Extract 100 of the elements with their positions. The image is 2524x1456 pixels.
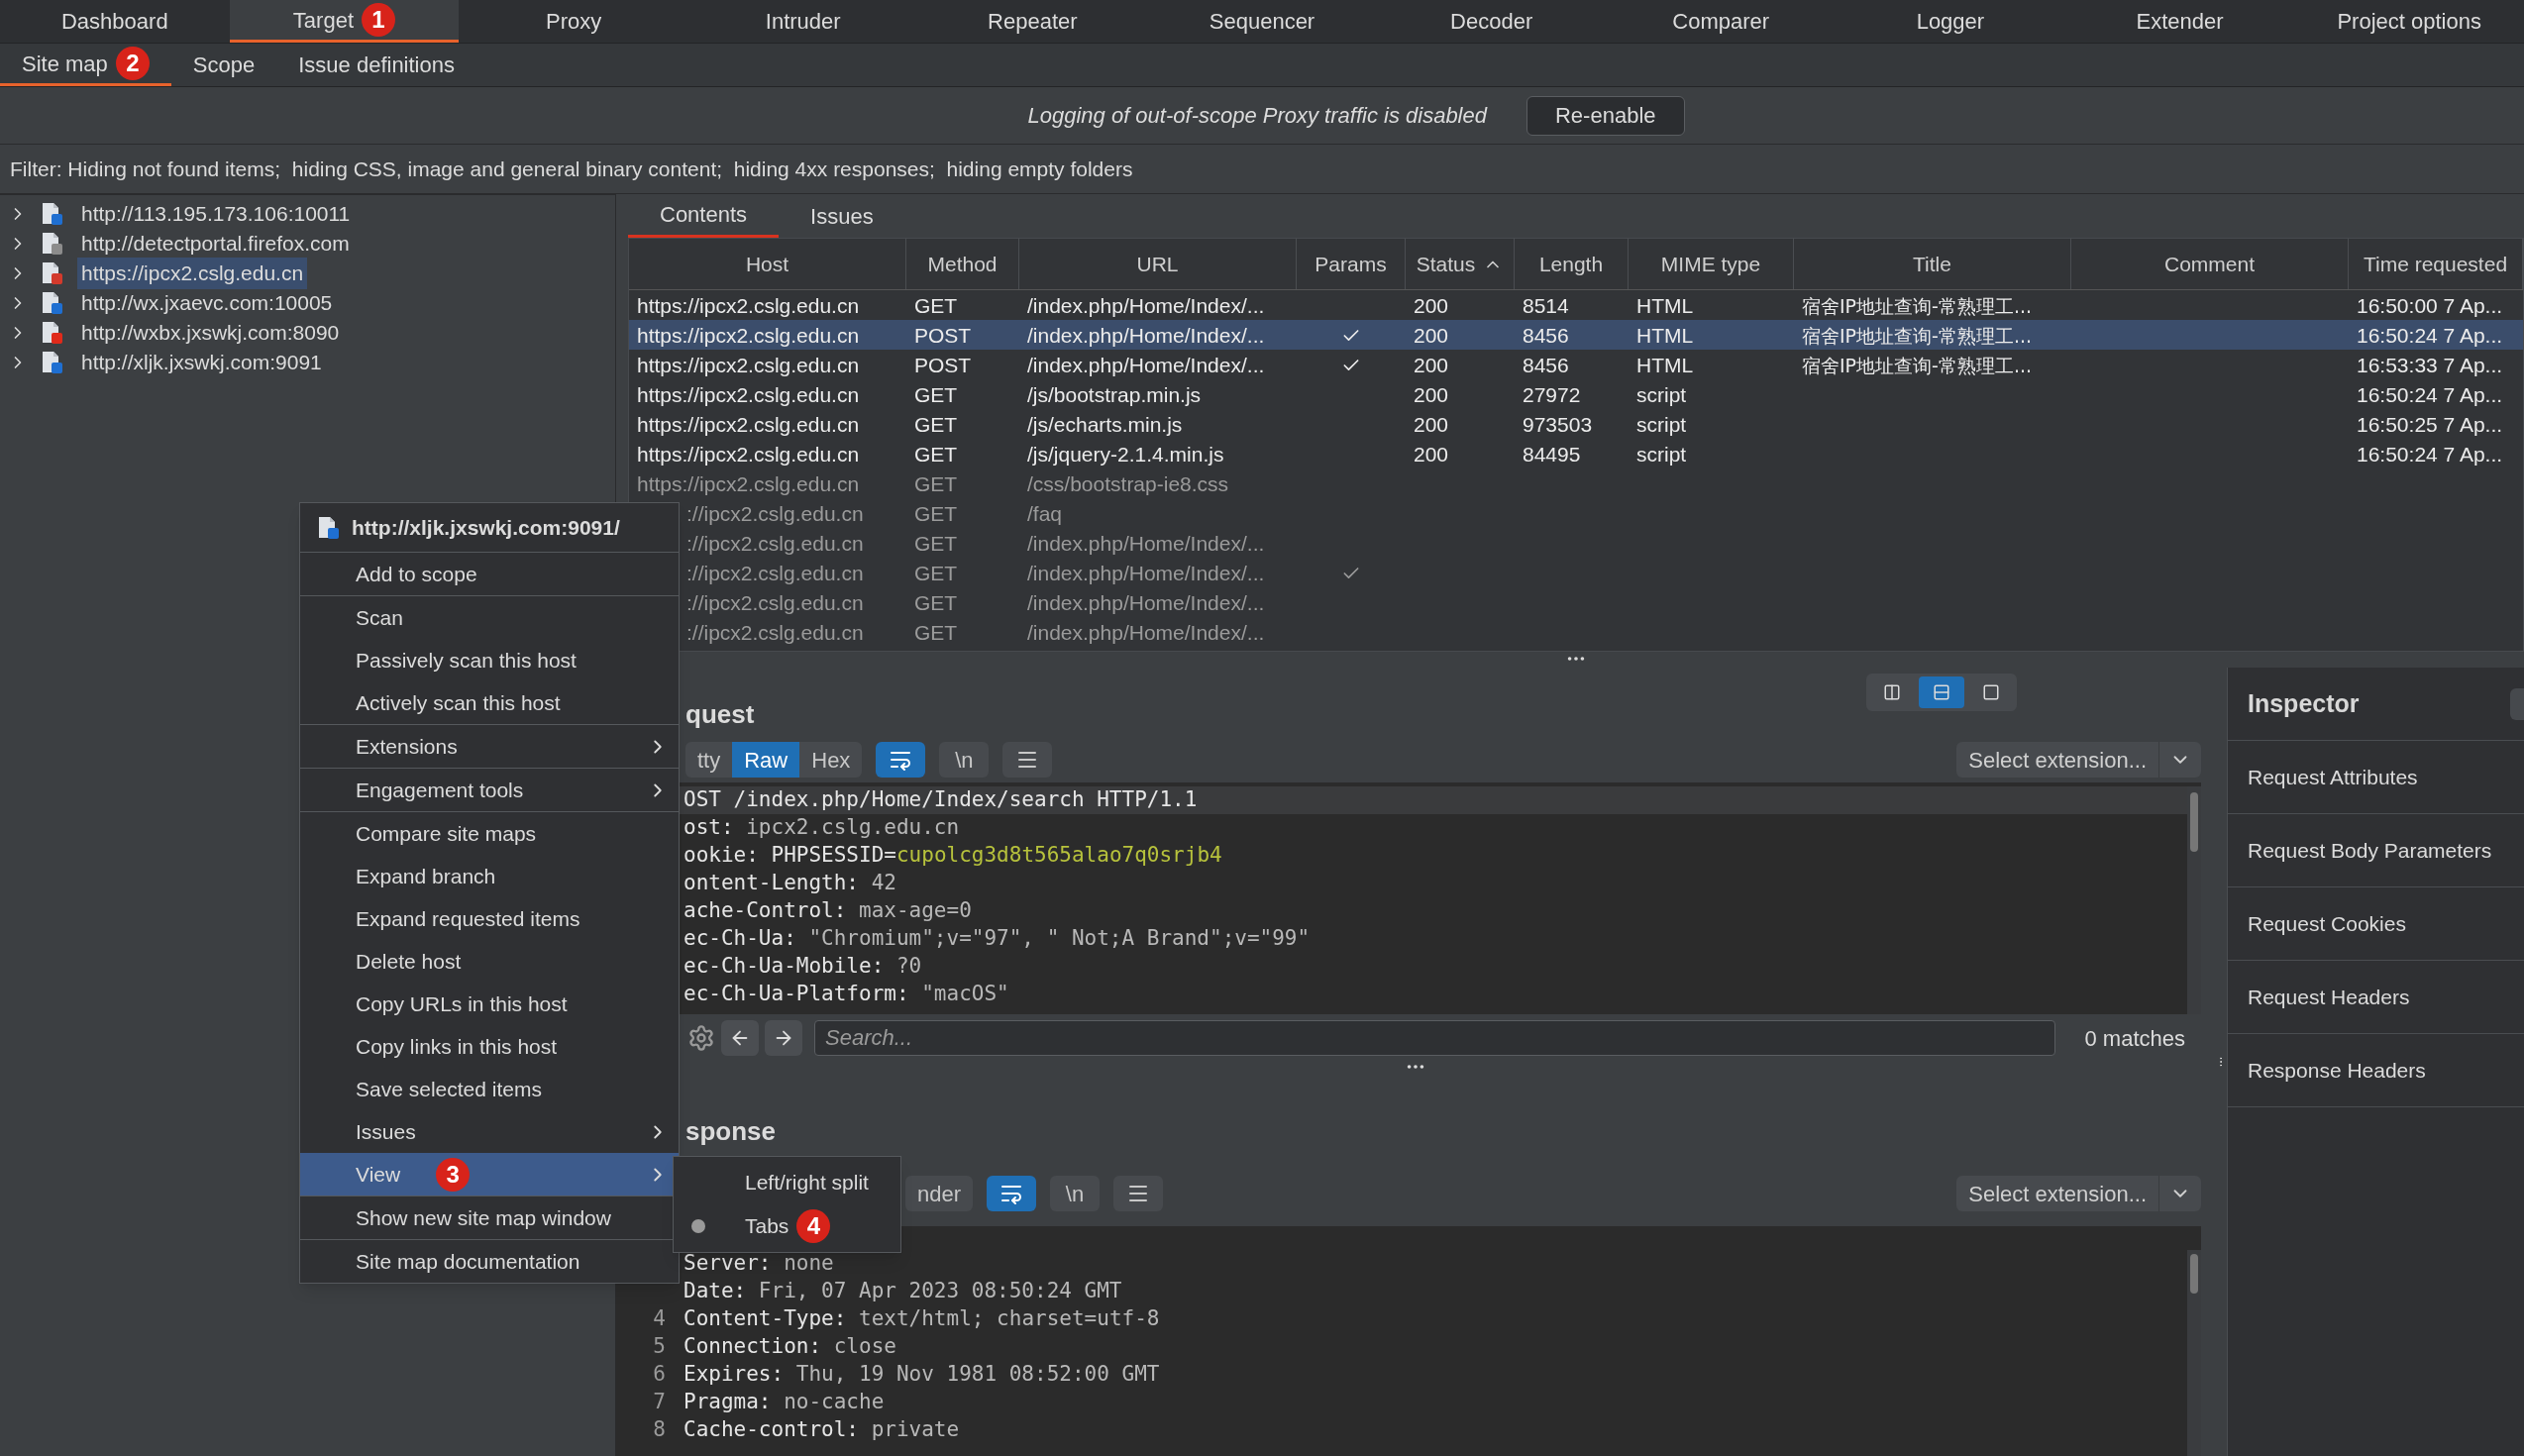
menu-item[interactable]: Copy URLs in this host bbox=[300, 983, 679, 1025]
code-line: Server: none bbox=[683, 1250, 834, 1278]
extension-select[interactable]: Select extension... bbox=[1956, 1176, 2201, 1211]
main-tab[interactable]: Target 1 bbox=[229, 0, 460, 43]
menu-button[interactable] bbox=[1002, 742, 1053, 778]
main-tab[interactable]: Logger bbox=[1836, 0, 2065, 43]
menu-button[interactable] bbox=[1113, 1176, 1164, 1211]
table-cell-text: GET bbox=[913, 382, 959, 408]
table-cell-text: /index.php/Home/Index/... bbox=[1026, 620, 1266, 646]
column-header[interactable]: Params bbox=[1297, 239, 1406, 289]
menu-item[interactable]: Actively scan this host bbox=[300, 681, 679, 724]
menu-item[interactable]: Compare site maps bbox=[300, 812, 679, 855]
table-row[interactable]: https://ipcx2.cslg.edu.cn GET /index.php/Home/Index/... 200 8514 HTML 宿舍IP地址查询-常熟理工... 16:50:00 7 Ap... bbox=[629, 290, 2523, 320]
tree-item[interactable]: http://wx.jxaevc.com:10005 bbox=[77, 287, 337, 319]
column-header[interactable]: Status bbox=[1406, 239, 1515, 289]
scrollbar[interactable] bbox=[2190, 792, 2198, 852]
annotation-badge: 1 bbox=[362, 3, 395, 37]
table-cell-text: 200 bbox=[1413, 382, 1450, 408]
inspector-section[interactable]: Request Attributes bbox=[2228, 741, 2524, 814]
search-field[interactable]: Search... bbox=[814, 1020, 2055, 1056]
column-header[interactable]: Length bbox=[1515, 239, 1629, 289]
newline-button[interactable]: \n bbox=[1050, 1176, 1101, 1211]
view-tab[interactable]: Raw bbox=[732, 742, 800, 778]
column-header[interactable]: Host bbox=[629, 239, 906, 289]
menu-item[interactable]: Scan bbox=[300, 596, 679, 639]
view-tab[interactable]: tty bbox=[685, 742, 733, 778]
view-tab[interactable]: nder bbox=[905, 1176, 974, 1211]
menu-item[interactable]: Issues bbox=[300, 1110, 679, 1153]
inspector-section[interactable]: Request Cookies bbox=[2228, 887, 2524, 961]
tree-item[interactable]: http://wxbx.jxswkj.com:8090 bbox=[77, 317, 344, 349]
column-header[interactable]: Comment bbox=[2071, 239, 2349, 289]
main-tab[interactable]: Repeater bbox=[917, 0, 1148, 43]
menu-item[interactable]: Save selected items bbox=[300, 1068, 679, 1110]
main-tab[interactable]: Extender bbox=[2064, 0, 2295, 43]
table-row[interactable]: https://ipcx2.cslg.edu.cn GET /js/bootstrap.min.js 200 27972 script 16:50:24 7 Ap... bbox=[629, 379, 2523, 409]
sub-tab[interactable]: Issue definitions bbox=[276, 44, 476, 86]
menu-item[interactable]: Expand branch bbox=[300, 855, 679, 897]
extension-select[interactable]: Select extension... bbox=[1956, 742, 2201, 778]
code-line: Expires: Thu, 19 Nov 1981 08:52:00 GMT bbox=[683, 1361, 1160, 1389]
table-row[interactable]: https://ipcx2.cslg.edu.cn GET /css/bootstrap-ie8.css bbox=[629, 468, 2523, 498]
tree-item[interactable]: http://113.195.173.106:10011 bbox=[77, 198, 355, 230]
tree-item[interactable]: http://detectportal.firefox.com bbox=[77, 228, 354, 260]
main-tab[interactable]: Decoder bbox=[1376, 0, 1607, 43]
main-tab[interactable]: Proxy bbox=[459, 0, 688, 43]
sub-tab[interactable]: Site map 2 bbox=[0, 44, 171, 86]
main-tab[interactable]: Dashboard bbox=[0, 0, 230, 43]
menu-item[interactable]: Delete host bbox=[300, 940, 679, 983]
settings-icon[interactable] bbox=[687, 1024, 715, 1052]
filter-text[interactable]: Filter: Hiding not found items; hiding CSS, image and general binary content; hiding 4xx responses; hiding empty folders bbox=[10, 153, 1133, 185]
layout-toggle[interactable] bbox=[1919, 676, 1964, 708]
table-cell-text: 宿舍IP地址查询-常熟理工... bbox=[1801, 293, 2034, 319]
table-cell-text: POST bbox=[913, 323, 973, 349]
menu-item[interactable]: Extensions bbox=[300, 725, 679, 768]
menu-item[interactable]: Passively scan this host bbox=[300, 639, 679, 681]
annotation-badge: 3 bbox=[436, 1157, 471, 1192]
table-cell-text: 200 bbox=[1413, 323, 1450, 349]
main-tab[interactable]: Project options bbox=[2294, 0, 2524, 43]
table-cell-text: https://ipcx2.cslg.edu.cn bbox=[636, 442, 861, 468]
wrap-lines-button[interactable] bbox=[876, 742, 926, 778]
column-header[interactable]: URL bbox=[1019, 239, 1297, 289]
sub-tab[interactable]: Scope bbox=[170, 44, 277, 86]
menu-item[interactable]: Add to scope bbox=[300, 553, 679, 595]
column-header[interactable]: MIME type bbox=[1629, 239, 1794, 289]
main-tab[interactable]: Comparer bbox=[1606, 0, 1837, 43]
line-number: 8 bbox=[653, 1417, 666, 1442]
table-row[interactable]: https://ipcx2.cslg.edu.cn GET /js/jquery-2.1.4.min.js 200 84495 script 16:50:24 7 Ap... bbox=[629, 439, 2523, 468]
code-line: Content-Type: text/html; charset=utf-8 bbox=[683, 1305, 1160, 1333]
next-button[interactable] bbox=[765, 1020, 802, 1056]
column-header[interactable]: Method bbox=[906, 239, 1019, 289]
table-cell-text: /js/jquery-2.1.4.min.js bbox=[1026, 442, 1225, 468]
inspector-title: Inspector bbox=[2248, 687, 2360, 719]
wrap-lines-button[interactable] bbox=[987, 1176, 1037, 1211]
inspector-section[interactable]: Request Body Parameters bbox=[2228, 814, 2524, 887]
menu-item[interactable]: Copy links in this host bbox=[300, 1025, 679, 1068]
table-cell-text: GET bbox=[913, 412, 959, 438]
table-cell-text: GET bbox=[913, 442, 959, 468]
code-line: ookie: PHPSESSID=cupolcg3d8t565alao7q0srjb4 bbox=[683, 842, 1222, 870]
previous-button[interactable] bbox=[721, 1020, 759, 1056]
view-tab[interactable]: Hex bbox=[799, 742, 863, 778]
scrollbar[interactable] bbox=[2190, 1254, 2198, 1294]
inspector-section[interactable]: Request Headers bbox=[2228, 961, 2524, 1034]
tree-item[interactable]: https://ipcx2.cslg.edu.cn bbox=[77, 258, 308, 289]
menu-item[interactable]: Engagement tools bbox=[300, 769, 679, 811]
tree-item[interactable]: http://xljk.jxswkj.com:9091 bbox=[77, 347, 326, 378]
main-tab[interactable]: Sequencer bbox=[1147, 0, 1377, 43]
column-header[interactable]: Time requested bbox=[2349, 239, 2523, 289]
menu-item[interactable]: View 3 bbox=[300, 1153, 679, 1196]
table-row[interactable]: https://ipcx2.cslg.edu.cn POST /index.php/Home/Index/... 200 8456 HTML 宿舍IP地址查询-常熟理工... 16:53:33 7 Ap... bbox=[629, 350, 2523, 379]
table-row[interactable]: https://ipcx2.cslg.edu.cn GET /js/echarts.min.js 200 973503 script 16:50:25 7 Ap... bbox=[629, 409, 2523, 439]
panel-toggle-button[interactable] bbox=[2510, 687, 2524, 720]
newline-button[interactable]: \n bbox=[939, 742, 990, 778]
table-cell-text: /js/bootstrap.min.js bbox=[1026, 382, 1203, 408]
main-tab[interactable]: Intruder bbox=[687, 0, 918, 43]
inspector-section[interactable]: Response Headers bbox=[2228, 1034, 2524, 1107]
column-header[interactable]: Title bbox=[1794, 239, 2071, 289]
table-row[interactable]: https://ipcx2.cslg.edu.cn POST /index.php/Home/Index/... 200 8456 HTML 宿舍IP地址查询-常熟理工... 16:50:24 7 Ap... bbox=[629, 320, 2523, 350]
menu-item[interactable]: Expand requested items bbox=[300, 897, 679, 940]
re-enable-button[interactable]: Re-enable bbox=[1526, 95, 1685, 136]
content-tab[interactable]: Issues bbox=[779, 194, 905, 238]
code-line: Connection: close bbox=[683, 1333, 896, 1361]
